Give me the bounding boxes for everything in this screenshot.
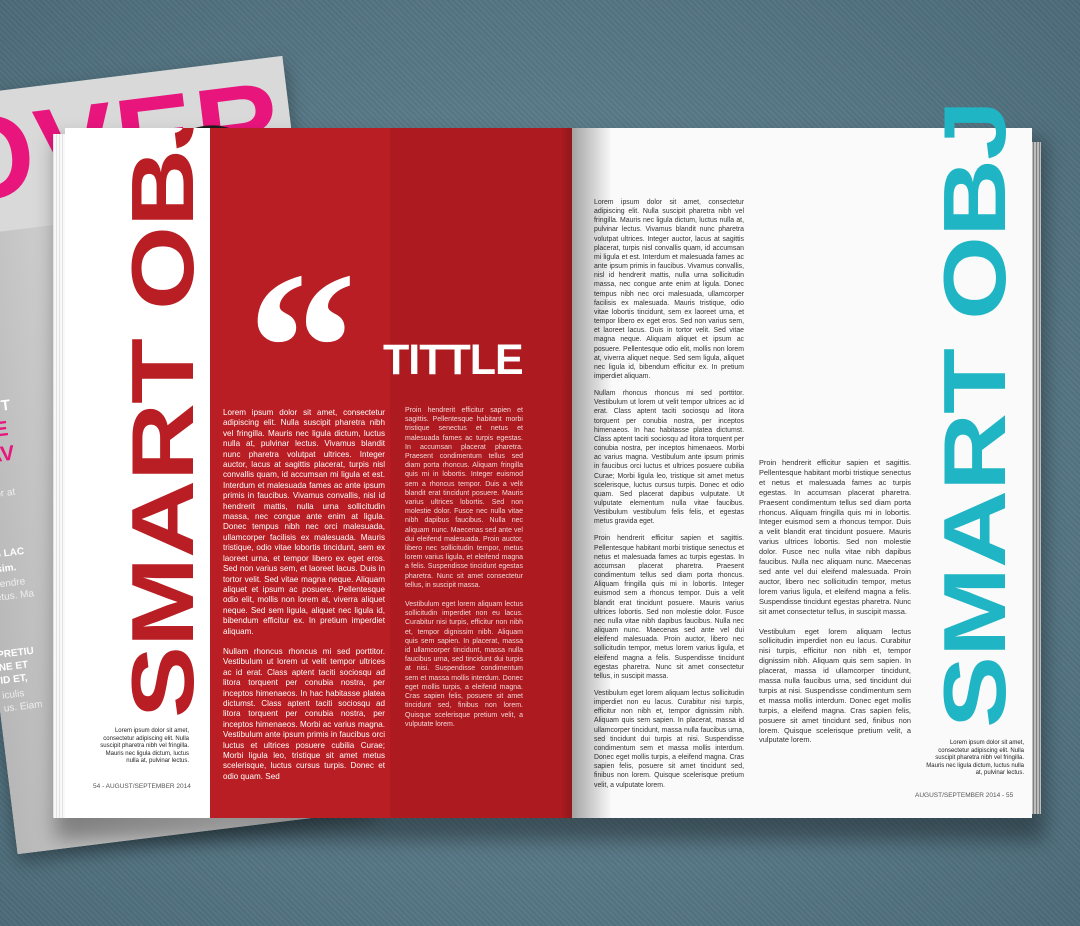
paragraph: Proin hendrerit efficitur sapien et sagi… bbox=[594, 535, 744, 680]
paragraph: Lorem ipsum dolor sit amet, consectetur … bbox=[594, 199, 744, 380]
left-page: SMART OBJ “ TITTLE Lorem ipsum dolor sit… bbox=[65, 128, 572, 818]
paragraph: Vestibulum eget lorem aliquam lectus sol… bbox=[594, 689, 744, 789]
paragraph: Nullam rhoncus rhoncus mi sed porttitor.… bbox=[594, 390, 744, 526]
right-folio: AUGUST/SEPTEMBER 2014 - 55 bbox=[915, 792, 1014, 799]
left-folio: 54 - AUGUST/SEPTEMBER 2014 bbox=[93, 783, 191, 790]
gutter-shadow-left bbox=[560, 128, 572, 818]
cover-line: netus. Ma bbox=[0, 588, 35, 605]
paragraph: Proin hendrerit efficitur sapien et sagi… bbox=[405, 407, 523, 589]
right-caption: Lorem ipsum dolor sit amet, consectetur … bbox=[926, 740, 1024, 776]
paragraph: Vestibulum eget lorem aliquam lectus sol… bbox=[759, 626, 911, 745]
cover-line: PRETIU bbox=[0, 645, 35, 662]
paragraph: Proin hendrerit efficitur sapien et sagi… bbox=[759, 458, 911, 616]
left-caption: Lorem ipsum dolor sit amet, consectetur … bbox=[100, 728, 189, 764]
right-column-1: Lorem ipsum dolor sit amet, consectetur … bbox=[594, 198, 744, 790]
cover-line: iculis bbox=[1, 688, 26, 702]
cover-line: ID ET, bbox=[0, 672, 29, 687]
cover-line: T bbox=[0, 396, 12, 415]
cover-line: ssim. bbox=[0, 562, 17, 577]
cover-line: GE bbox=[0, 417, 10, 444]
article-title: TITTLE bbox=[383, 336, 524, 384]
right-vertical-title: SMART OBJ bbox=[924, 100, 1024, 728]
cover-line: SAV bbox=[0, 441, 16, 470]
cover-line: us. Eiam bbox=[3, 699, 44, 715]
cover-line: US LAC bbox=[0, 546, 25, 561]
paragraph: Vestibulum eget lorem aliquam lectus sol… bbox=[405, 601, 523, 728]
open-magazine: SMART OBJ “ TITTLE Lorem ipsum dolor sit… bbox=[45, 101, 1045, 840]
paragraph: Nullam rhoncus rhoncus mi sed porttitor.… bbox=[223, 646, 385, 781]
left-vertical-title: SMART OBJ bbox=[112, 128, 212, 718]
paragraph: Lorem ipsum dolor sit amet, consectetur … bbox=[223, 408, 385, 636]
cover-line: ertor at bbox=[0, 486, 16, 502]
cover-line: NE ET bbox=[0, 659, 29, 674]
gutter-shadow-right bbox=[572, 128, 612, 818]
right-column-2: Proin hendrerit efficitur sapien et sagi… bbox=[759, 458, 911, 745]
left-column-1: Lorem ipsum dolor sit amet, consectetur … bbox=[223, 408, 385, 782]
left-column-2: Proin hendrerit efficitur sapien et sagi… bbox=[405, 406, 523, 729]
